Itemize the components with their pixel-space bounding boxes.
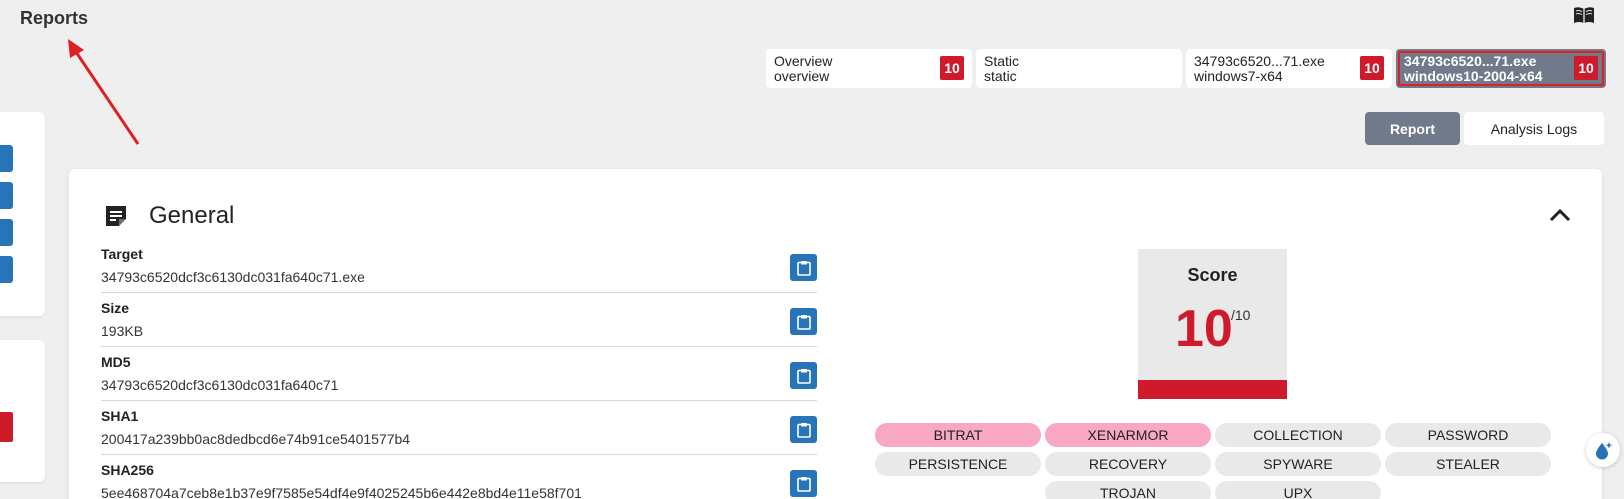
side-score-card [0, 340, 45, 482]
clipboard-icon [796, 476, 811, 492]
score-badge: 10 [1574, 56, 1598, 80]
tag-chip[interactable]: XENARMOR [1045, 423, 1211, 447]
score-badge: 10 [1360, 56, 1384, 80]
note-icon [106, 206, 126, 226]
annotation-arrow [68, 39, 140, 145]
tag-chip[interactable]: PASSWORD [1385, 423, 1551, 447]
score-badge: 10 [940, 56, 964, 80]
copy-button[interactable] [790, 254, 817, 281]
floating-assistant-button[interactable] [1586, 433, 1620, 467]
tag-chip[interactable]: TROJAN [1045, 481, 1211, 499]
copy-button[interactable] [790, 470, 817, 497]
side-action-button[interactable] [0, 145, 13, 172]
score-label: Score [1187, 265, 1238, 285]
tab-subtitle: windows10-2004-x64 [1404, 68, 1543, 84]
droplet-icon [1596, 442, 1613, 460]
md5-field: MD5 34793c6520dcf3c6130dc031fa640c71 [101, 349, 817, 401]
tag-chip[interactable]: STEALER [1385, 452, 1551, 476]
side-action-card [0, 112, 45, 316]
tab-subtitle: windows7-x64 [1194, 68, 1283, 84]
analysis-tabs: Overview overview 10 Static static 34793… [766, 49, 1606, 88]
clipboard-icon [796, 368, 811, 384]
tab-subtitle: static [984, 68, 1017, 84]
tag-chip[interactable]: SPYWARE [1215, 452, 1381, 476]
side-action-button[interactable] [0, 182, 13, 209]
panel-title: General [149, 202, 235, 229]
tag-chip[interactable]: BITRAT [875, 423, 1041, 447]
clipboard-icon [796, 422, 811, 438]
copy-button[interactable] [790, 416, 817, 443]
book-icon[interactable] [1573, 5, 1595, 25]
tab-windows7-x64[interactable]: 34793c6520...71.exe windows7-x64 10 [1186, 49, 1392, 88]
field-label: Size [101, 300, 130, 316]
field-value: 200417a239bb0ac8dedbcd6e74b91ce5401577b4 [101, 431, 411, 447]
tab-title: Static [984, 53, 1020, 69]
score-value: 10 [1175, 300, 1233, 358]
field-label: MD5 [101, 354, 131, 370]
field-value: 34793c6520dcf3c6130dc031fa640c71 [101, 377, 339, 393]
tag-chip[interactable]: UPX [1215, 481, 1381, 499]
view-toggle: Report Analysis Logs [1365, 112, 1604, 145]
tab-windows10-2004-x64[interactable]: 34793c6520...71.exe windows10-2004-x64 1… [1396, 49, 1606, 88]
clipboard-icon [796, 260, 811, 276]
field-value: 34793c6520dcf3c6130dc031fa640c71.exe [101, 269, 365, 285]
score-bar [1138, 380, 1287, 399]
side-action-button[interactable] [0, 256, 13, 283]
tag-chip[interactable]: PERSISTENCE [875, 452, 1041, 476]
tag-chip[interactable]: COLLECTION [1215, 423, 1381, 447]
side-score-badge [0, 412, 13, 442]
tab-subtitle: overview [774, 68, 830, 84]
copy-button[interactable] [790, 362, 817, 389]
sha1-field: SHA1 200417a239bb0ac8dedbcd6e74b91ce5401… [101, 403, 817, 455]
field-value: 193KB [101, 323, 144, 339]
tab-title: 34793c6520...71.exe [1194, 53, 1325, 69]
tab-static[interactable]: Static static [976, 49, 1182, 88]
target-field: Target 34793c6520dcf3c6130dc031fa640c71.… [101, 241, 817, 293]
tag-spacer [875, 481, 1041, 499]
score-max: /10 [1231, 307, 1251, 323]
tab-overview[interactable]: Overview overview 10 [766, 49, 972, 88]
tab-title: Overview [774, 53, 833, 69]
tag-list: BITRAT XENARMOR COLLECTION PASSWORD PERSISTE… [875, 423, 1551, 499]
tab-title: 34793c6520...71.exe [1404, 53, 1537, 69]
copy-button[interactable] [790, 308, 817, 335]
sha256-field: SHA256 5ee468704a7ceb8e1b37e9f7585e54df4… [101, 457, 817, 499]
field-label: SHA256 [101, 462, 154, 478]
general-panel: General Target 34793c6520dcf3c6130dc031f… [69, 169, 1602, 499]
analysis-logs-button[interactable]: Analysis Logs [1464, 112, 1604, 145]
field-label: Target [101, 246, 143, 262]
tag-chip[interactable]: RECOVERY [1045, 452, 1211, 476]
report-button[interactable]: Report [1365, 112, 1460, 145]
chevron-up-icon[interactable] [1548, 205, 1572, 225]
field-value: 5ee468704a7ceb8e1b37e9f7585e54df4e9f4025… [101, 485, 582, 499]
field-label: SHA1 [101, 408, 139, 424]
clipboard-icon [796, 314, 811, 330]
score-card: Score 10 /10 [1138, 249, 1287, 399]
side-action-button[interactable] [0, 219, 13, 246]
size-field: Size 193KB [101, 295, 817, 347]
page-title: Reports [20, 8, 89, 28]
